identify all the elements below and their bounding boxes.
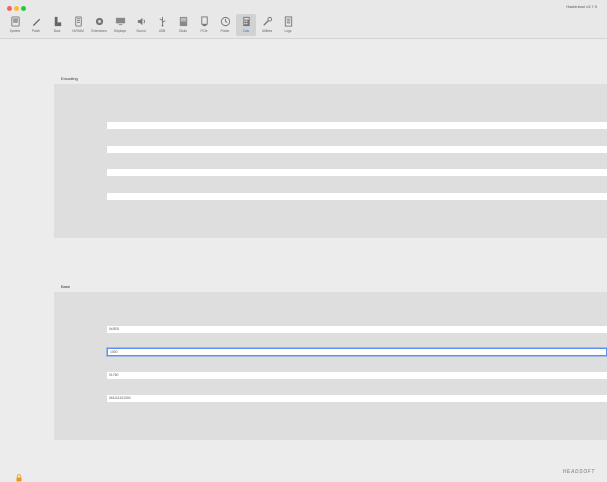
wrench-icon [260,14,274,28]
base-binary-field[interactable]: 0b1111101000 [107,395,607,402]
encoding-hex-reversed-field[interactable] [107,146,607,153]
base-panel: Hex: 0x3E8 Decimal: 1000 Octal: 01750 Bi… [54,292,607,440]
tab-label: Extensions [91,29,107,33]
speaker-icon [134,14,148,28]
tab-label: NVRAM [72,29,84,33]
app-window: Hackintool v3.7.9 System Patch Boot NVRA… [0,0,607,482]
base-section-title: Base [61,284,71,289]
tab-label: Sound [136,29,146,33]
zoom-window-button[interactable] [21,6,26,11]
encoding-hex-row: Hex: [54,122,607,130]
tab-utilities[interactable]: Utilities [257,14,277,36]
window-title: Hackintool v3.7.9 [566,4,597,9]
base-binary-row: Binary: 0b1111101000 [54,395,607,403]
tab-displays[interactable]: Displays [110,14,130,36]
tab-patch[interactable]: Patch [26,14,46,36]
tab-label: Patch [31,29,41,33]
encoding-base64-row: Base64: [54,169,607,177]
memory-icon [71,14,85,28]
pcie-icon [197,14,211,28]
tab-logs[interactable]: Logs [278,14,298,36]
tab-label: System [9,29,21,33]
monitor-icon [8,14,22,28]
calculator-icon [239,14,253,28]
tab-power[interactable]: Power [215,14,235,36]
encoding-ascii-field[interactable] [107,193,607,200]
tab-boot[interactable]: Boot [47,14,67,36]
tab-calc[interactable]: Calc [236,14,256,36]
tab-pcie[interactable]: PCIe [194,14,214,36]
encoding-hex-field[interactable] [107,122,607,129]
base-decimal-row: Decimal: 1000 [54,348,607,357]
usb-icon [155,14,169,28]
boot-icon [50,14,64,28]
brand-logo: HEADSOFT [562,469,595,475]
power-icon [218,14,232,28]
toolbar-tabs: System Patch Boot NVRAM Extensions Displ… [5,14,298,36]
base-hex-field[interactable]: 0x3E8 [107,326,607,333]
lock-icon[interactable] [15,469,23,482]
tab-label: Disks [179,29,187,33]
tab-usb[interactable]: USB [152,14,172,36]
encoding-ascii-row: ASCII: [54,193,607,201]
tab-label: USB [158,29,166,33]
tab-nvram[interactable]: NVRAM [68,14,88,36]
pencil-icon [29,14,43,28]
tab-label: Calc [242,29,250,33]
tab-label: Utilities [261,29,273,33]
base-octal-field[interactable]: 01750 [107,372,607,379]
logs-icon [281,14,295,28]
disk-icon [176,14,190,28]
tab-label: Logs [284,29,292,33]
encoding-base64-field[interactable] [107,169,607,176]
encoding-panel: Hex: Hex (reversed): Base64: ASCII: [54,84,607,238]
encoding-hex-reversed-row: Hex (reversed): [54,146,607,154]
base-decimal-field[interactable]: 1000 [107,348,607,356]
encoding-section-title: Encoding [61,76,78,81]
minimize-window-button[interactable] [14,6,19,11]
display-icon [113,14,127,28]
tab-system[interactable]: System [5,14,25,36]
toolbar: Hackintool v3.7.9 System Patch Boot NVRA… [0,0,607,39]
tab-sound[interactable]: Sound [131,14,151,36]
tab-label: PCIe [200,29,208,33]
tab-label: Power [220,29,230,33]
base-octal-row: Octal: 01750 [54,372,607,380]
tab-disks[interactable]: Disks [173,14,193,36]
extensions-icon [92,14,106,28]
tab-label: Boot [53,29,61,33]
tab-extensions[interactable]: Extensions [89,14,109,36]
tab-label: Displays [113,29,127,33]
base-hex-row: Hex: 0x3E8 [54,326,607,334]
close-window-button[interactable] [7,6,12,11]
